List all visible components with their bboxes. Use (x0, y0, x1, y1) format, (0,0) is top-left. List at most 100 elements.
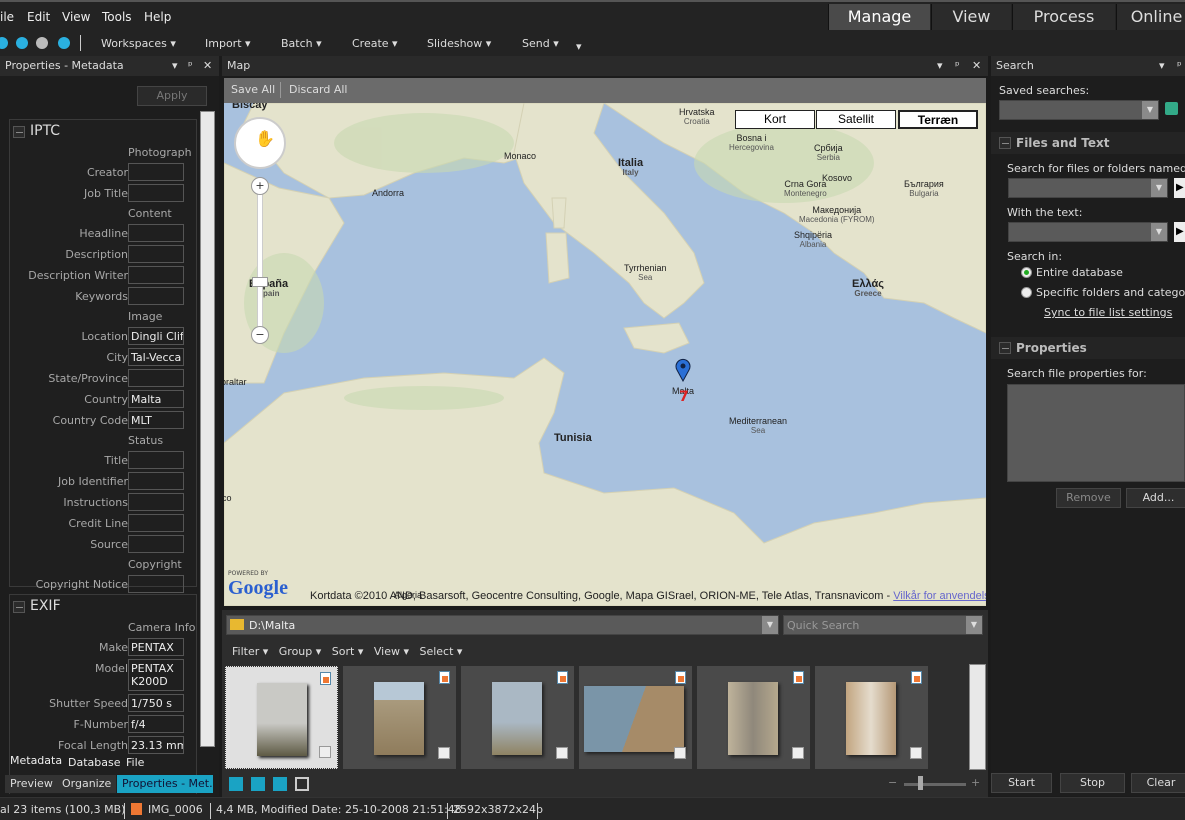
pin-icon[interactable]: ᵖ (1177, 59, 1182, 72)
batch-menu[interactable]: Batch ▾ (281, 37, 322, 50)
thumbnail[interactable] (579, 666, 692, 769)
field-input[interactable]: 23.13 mm (128, 736, 184, 754)
thumbnail[interactable] (461, 666, 574, 769)
path-combo[interactable]: D:\Malta ▼ (226, 615, 779, 635)
field-input[interactable]: MLT (128, 411, 184, 429)
previous-icon[interactable] (16, 37, 28, 49)
save-search-icon[interactable] (1165, 102, 1178, 115)
remove-button[interactable]: Remove (1056, 488, 1121, 508)
zoom-in-icon[interactable]: + (971, 776, 980, 789)
field-input[interactable]: PENTAX (128, 638, 184, 656)
send-menu[interactable]: Send ▾ (522, 37, 559, 50)
select-menu[interactable]: Select ▾ (419, 645, 462, 658)
field-input[interactable] (128, 535, 184, 553)
view-menu[interactable]: View ▾ (374, 645, 416, 658)
next-icon[interactable] (36, 37, 48, 49)
sort-menu[interactable]: Sort ▾ (332, 645, 371, 658)
collapse-icon[interactable] (13, 126, 25, 138)
properties-list[interactable] (1007, 384, 1185, 482)
back-icon[interactable] (0, 37, 8, 49)
slider-handle[interactable] (918, 776, 923, 790)
quick-search-input[interactable]: Quick Search ▼ (783, 615, 983, 635)
field-input[interactable] (128, 369, 184, 387)
thumbnail-checkbox[interactable] (674, 747, 686, 759)
text-combo[interactable]: ▼ (1008, 222, 1168, 242)
zoom-in-button[interactable]: + (251, 177, 269, 195)
menu-help[interactable]: Help (144, 10, 171, 24)
thumbnail-checkbox[interactable] (438, 747, 450, 759)
properties-header[interactable]: Properties (991, 337, 1185, 359)
field-input[interactable] (128, 472, 184, 490)
map-view[interactable]: Biscay Hrvatska Croatia Bosna i Hercegovina M… (224, 103, 986, 606)
up-icon[interactable] (58, 37, 70, 49)
collapse-icon[interactable] (999, 342, 1011, 354)
field-input[interactable]: Tal-Vecca (128, 348, 184, 366)
thumbnail[interactable] (815, 666, 928, 769)
workspaces-menu[interactable]: Workspaces ▾ (101, 37, 176, 50)
sync-link[interactable]: Sync to file list settings (1044, 306, 1172, 319)
close-icon[interactable]: ✕ (203, 59, 212, 72)
thumbnail-checkbox[interactable] (556, 747, 568, 759)
thumbnail-scrollbar[interactable] (969, 664, 986, 770)
dropdown-icon[interactable]: ▾ (1159, 59, 1165, 72)
menu-edit[interactable]: Edit (27, 10, 50, 24)
map-type-kort[interactable]: Kort (735, 110, 815, 129)
collapse-icon[interactable] (13, 601, 25, 613)
pin-icon[interactable]: ᵖ (955, 59, 960, 72)
start-button[interactable]: Start (991, 773, 1052, 793)
zoom-handle[interactable] (252, 277, 268, 287)
collapse-icon[interactable] (999, 137, 1011, 149)
field-input[interactable] (128, 575, 184, 593)
close-icon[interactable]: ✕ (972, 59, 981, 72)
filter-menu[interactable]: Filter ▾ (232, 645, 275, 658)
thumbnail[interactable] (697, 666, 810, 769)
save-all-button[interactable]: Save All (231, 83, 275, 96)
play-icon[interactable]: ▶ (1174, 178, 1185, 198)
import-menu[interactable]: Import ▾ (205, 37, 251, 50)
thumbnail[interactable] (343, 666, 456, 769)
toolbar-overflow-icon[interactable]: ▾ (576, 40, 582, 53)
pan-control[interactable]: ✋ (234, 117, 286, 169)
map-type-terraen[interactable]: Terræn (898, 110, 978, 129)
field-input[interactable]: PENTAX K200D (128, 659, 184, 691)
mode-view[interactable]: View (931, 4, 1011, 32)
slideshow-menu[interactable]: Slideshow ▾ (427, 37, 491, 50)
field-input[interactable] (128, 245, 184, 263)
chevron-down-icon[interactable]: ▼ (762, 616, 778, 634)
tab-file[interactable]: File (126, 756, 144, 769)
rotate-left-icon[interactable] (251, 777, 265, 791)
field-input[interactable] (128, 163, 184, 181)
play-icon[interactable]: ▶ (1174, 222, 1185, 242)
mode-process[interactable]: Process (1012, 4, 1115, 32)
specific-folders-radio[interactable] (1021, 287, 1032, 298)
dropdown-icon[interactable]: ▾ (937, 59, 943, 72)
field-input[interactable] (128, 184, 184, 202)
rotate-right-icon[interactable] (273, 777, 287, 791)
view-icon[interactable] (229, 777, 243, 791)
mode-manage[interactable]: Manage (828, 4, 930, 32)
workspace-tab-preview[interactable]: Preview (5, 775, 58, 793)
menu-tools[interactable]: Tools (102, 10, 132, 24)
stop-button[interactable]: Stop (1060, 773, 1125, 793)
apply-button[interactable]: Apply (137, 86, 207, 106)
map-marker[interactable] (675, 358, 691, 383)
field-input[interactable] (128, 224, 184, 242)
field-input[interactable] (128, 266, 184, 284)
files-and-text-header[interactable]: Files and Text (991, 132, 1185, 154)
chevron-down-icon[interactable]: ▼ (1142, 101, 1158, 119)
properties-scrollbar[interactable] (200, 111, 215, 747)
thumbnail-checkbox[interactable] (910, 747, 922, 759)
clear-button[interactable]: Clear (1131, 773, 1185, 793)
map-type-satellit[interactable]: Satellit (816, 110, 896, 129)
chevron-down-icon[interactable]: ▼ (1151, 179, 1167, 197)
pin-icon[interactable]: ᵖ (188, 59, 193, 72)
chevron-down-icon[interactable]: ▼ (1151, 223, 1167, 241)
terms-link[interactable]: Vilkår for anvendelse (893, 590, 986, 602)
thumbnail-checkbox[interactable] (792, 747, 804, 759)
discard-all-button[interactable]: Discard All (289, 83, 348, 96)
mode-online[interactable]: Online (1116, 4, 1185, 32)
field-input[interactable]: f/4 (128, 715, 184, 733)
compare-icon[interactable] (295, 777, 309, 791)
add-button[interactable]: Add... (1126, 488, 1185, 508)
zoom-slider[interactable] (257, 193, 263, 343)
